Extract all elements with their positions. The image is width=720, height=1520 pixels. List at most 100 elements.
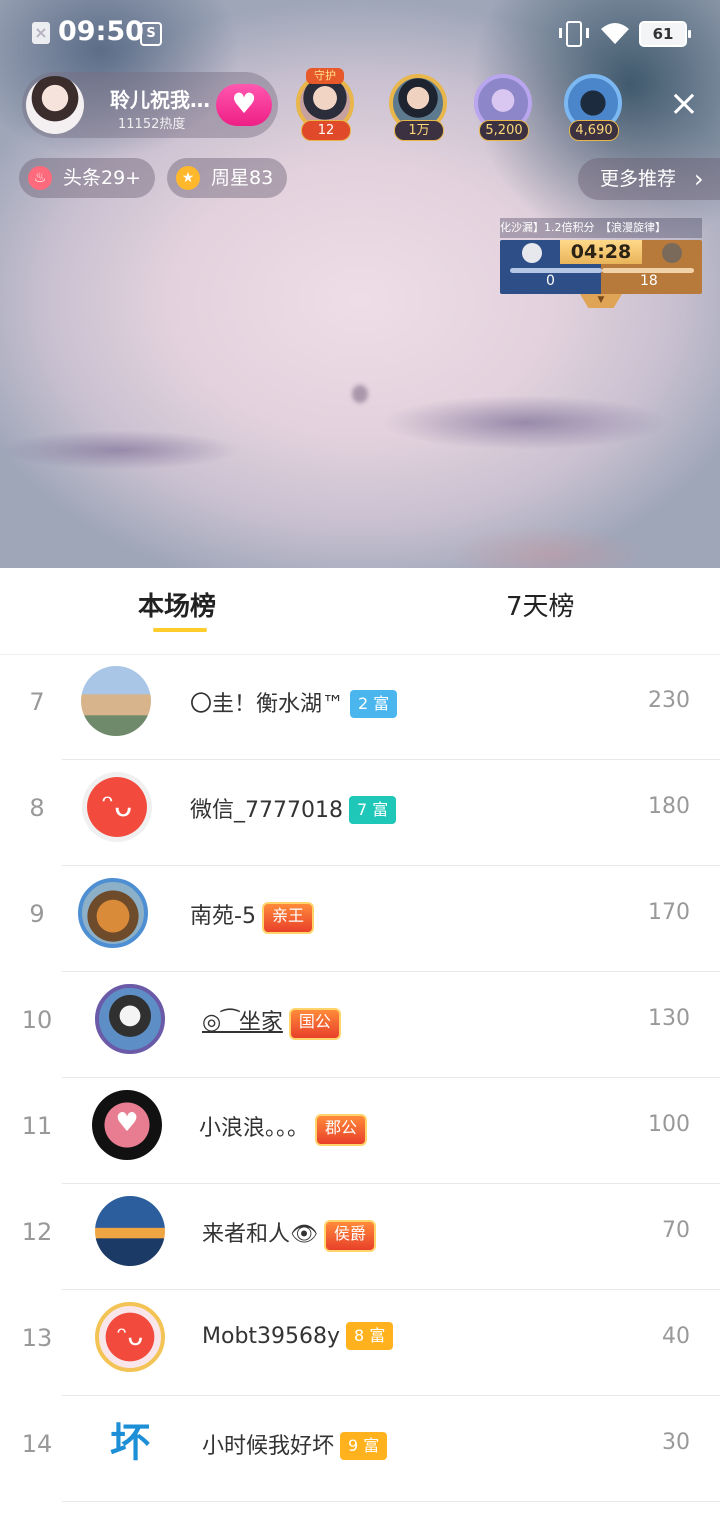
- wifi-icon: [601, 23, 629, 44]
- level-badge: 2 富: [350, 690, 398, 718]
- ranking-tabs: 本场榜 7天榜: [0, 568, 720, 655]
- ranking-row[interactable]: 8 ᵔᴗ 微信_7777018 7 富 180: [0, 760, 720, 866]
- flame-icon: ♨: [28, 166, 52, 190]
- level-badge: 7 富: [348, 796, 397, 824]
- user-name-line: 微信_7777018 7 富: [190, 792, 397, 824]
- pk-left-score: 0: [546, 273, 555, 289]
- pk-right-score: 18: [640, 273, 658, 289]
- more-recommend-button[interactable]: 更多推荐 ›: [578, 158, 720, 200]
- points: 130: [648, 1006, 690, 1031]
- top-viewer-3[interactable]: 5,200: [470, 70, 536, 141]
- points: 70: [662, 1218, 690, 1243]
- ranking-row[interactable]: 12 来者和人👁 侯爵 70: [0, 1184, 720, 1290]
- tab-indicator: [153, 628, 207, 632]
- host-info[interactable]: 聆儿祝我… 11152热度 ♥: [22, 72, 278, 138]
- avatar[interactable]: ♥: [92, 1090, 162, 1160]
- heart-icon: ♥: [231, 87, 257, 120]
- ranking-row[interactable]: 14 坏 小时候我好坏 9 富 30: [0, 1396, 720, 1502]
- top-viewer-1[interactable]: 守护 12: [292, 68, 358, 141]
- heart-hand-icon: ♥: [115, 1108, 139, 1138]
- avatar[interactable]: ᵔᴗ: [82, 772, 152, 842]
- avatar[interactable]: 坏: [95, 1408, 165, 1478]
- rank-number: 14: [21, 1430, 53, 1458]
- ranking-row[interactable]: 7 〇圭！衡水湖™ 2 富 230: [0, 654, 720, 760]
- rank-number: 11: [21, 1112, 53, 1140]
- user-name: 来者和人👁: [202, 1222, 318, 1247]
- rank-number: 12: [21, 1218, 53, 1246]
- close-icon[interactable]: ×: [668, 86, 700, 122]
- chevron-down-icon[interactable]: ▼: [580, 294, 622, 308]
- video-mole: [352, 385, 368, 403]
- ranking-row[interactable]: 13 ᵔᴗ Mobt39568y 8 富 40: [0, 1290, 720, 1396]
- points: 230: [648, 688, 690, 713]
- viewer-badge: 1万: [394, 120, 444, 141]
- user-name-line: Mobt39568y 8 富: [202, 1322, 394, 1350]
- video-lip: [450, 525, 650, 568]
- viewer-badge: 4,690: [569, 120, 619, 141]
- user-name: 小浪浪。。。: [199, 1116, 310, 1141]
- vibrate-icon: [559, 21, 589, 47]
- user-name: 〇圭！衡水湖™: [190, 692, 345, 717]
- video-eyebrow-left: [0, 430, 240, 470]
- user-name-line: 来者和人👁 侯爵: [202, 1216, 376, 1252]
- level-badge: 亲王: [261, 902, 314, 934]
- divider: [62, 1501, 720, 1502]
- user-name-line: 小时候我好坏 9 富: [202, 1428, 388, 1460]
- notification-icon: ×: [32, 22, 50, 44]
- avatar[interactable]: ᵔᴗ: [95, 1302, 165, 1372]
- level-badge: 郡公: [315, 1114, 368, 1146]
- chevron-right-icon: ›: [694, 165, 704, 193]
- rank-number: 7: [29, 688, 45, 716]
- avatar[interactable]: [95, 984, 165, 1054]
- tab-seven-days[interactable]: 7天榜: [506, 586, 575, 623]
- host-name: 聆儿祝我…: [110, 88, 210, 112]
- avatar[interactable]: [95, 1196, 165, 1266]
- avatar[interactable]: [81, 666, 151, 736]
- host-avatar[interactable]: [26, 76, 84, 134]
- points: 100: [648, 1112, 690, 1137]
- user-name-line: 小浪浪。。。 郡公: [199, 1110, 368, 1146]
- top-viewer-4[interactable]: 4,690: [560, 70, 626, 141]
- pk-timer: 04:28: [560, 240, 642, 264]
- follow-heart-button[interactable]: ♥: [216, 84, 272, 126]
- user-name: ◎⁀坐家: [202, 1010, 283, 1035]
- status-bar: × 09:50 S 61: [0, 0, 720, 64]
- points: 30: [662, 1430, 690, 1455]
- ranking-row[interactable]: 10 ◎⁀坐家 国公 130: [0, 972, 720, 1078]
- app-notification-icon: S: [140, 22, 162, 46]
- ranking-row[interactable]: 11 ♥ 小浪浪。。。 郡公 100: [0, 1078, 720, 1184]
- points: 170: [648, 900, 690, 925]
- pk-left-avatar: [522, 243, 542, 263]
- pk-left-bar: [510, 268, 602, 273]
- battery-icon: 61: [639, 21, 691, 47]
- level-badge: 国公: [288, 1008, 341, 1040]
- user-name-line: 〇圭！衡水湖™ 2 富: [190, 686, 398, 718]
- level-badge: 8 富: [346, 1322, 394, 1350]
- user-name: 微信_7777018: [190, 798, 343, 823]
- video-eyebrow-right: [380, 395, 670, 450]
- weekly-star-pill[interactable]: ★ 周星83: [167, 158, 288, 198]
- bad-character-icon: 坏: [110, 1420, 150, 1466]
- ranking-row[interactable]: 9 南苑-5 亲王 170: [0, 866, 720, 972]
- level-badge: 侯爵: [323, 1220, 376, 1252]
- pk-banner: 化沙漏】1.2倍积分 【浪漫旋律】: [500, 218, 702, 238]
- user-name: Mobt39568y: [202, 1324, 341, 1349]
- headline-pill[interactable]: ♨ 头条29+: [19, 158, 156, 198]
- avatar[interactable]: [78, 878, 148, 948]
- viewer-badge: 12: [301, 120, 351, 141]
- level-badge: 9 富: [340, 1432, 388, 1460]
- user-name-line: ◎⁀坐家 国公: [202, 1004, 341, 1040]
- tab-current-session[interactable]: 本场榜: [138, 586, 216, 623]
- points: 180: [648, 794, 690, 819]
- star-icon: ★: [176, 166, 200, 190]
- pk-battle-widget[interactable]: 化沙漏】1.2倍积分 【浪漫旋律】 04:28 0 18 ▼: [500, 218, 702, 312]
- host-heat: 11152热度: [118, 117, 186, 132]
- top-viewer-2[interactable]: 1万: [385, 70, 451, 141]
- wink-face-icon: ᵔᴗ: [116, 1322, 144, 1352]
- user-name: 小时候我好坏: [202, 1434, 335, 1459]
- more-recommend-label: 更多推荐: [600, 168, 677, 190]
- pk-right-avatar: [662, 243, 682, 263]
- guard-crown-badge: 守护: [306, 68, 344, 84]
- ranking-panel: 本场榜 7天榜 7 〇圭！衡水湖™ 2 富 230 8 ᵔᴗ 微信_7777018…: [0, 568, 720, 1520]
- rank-number: 13: [21, 1324, 53, 1352]
